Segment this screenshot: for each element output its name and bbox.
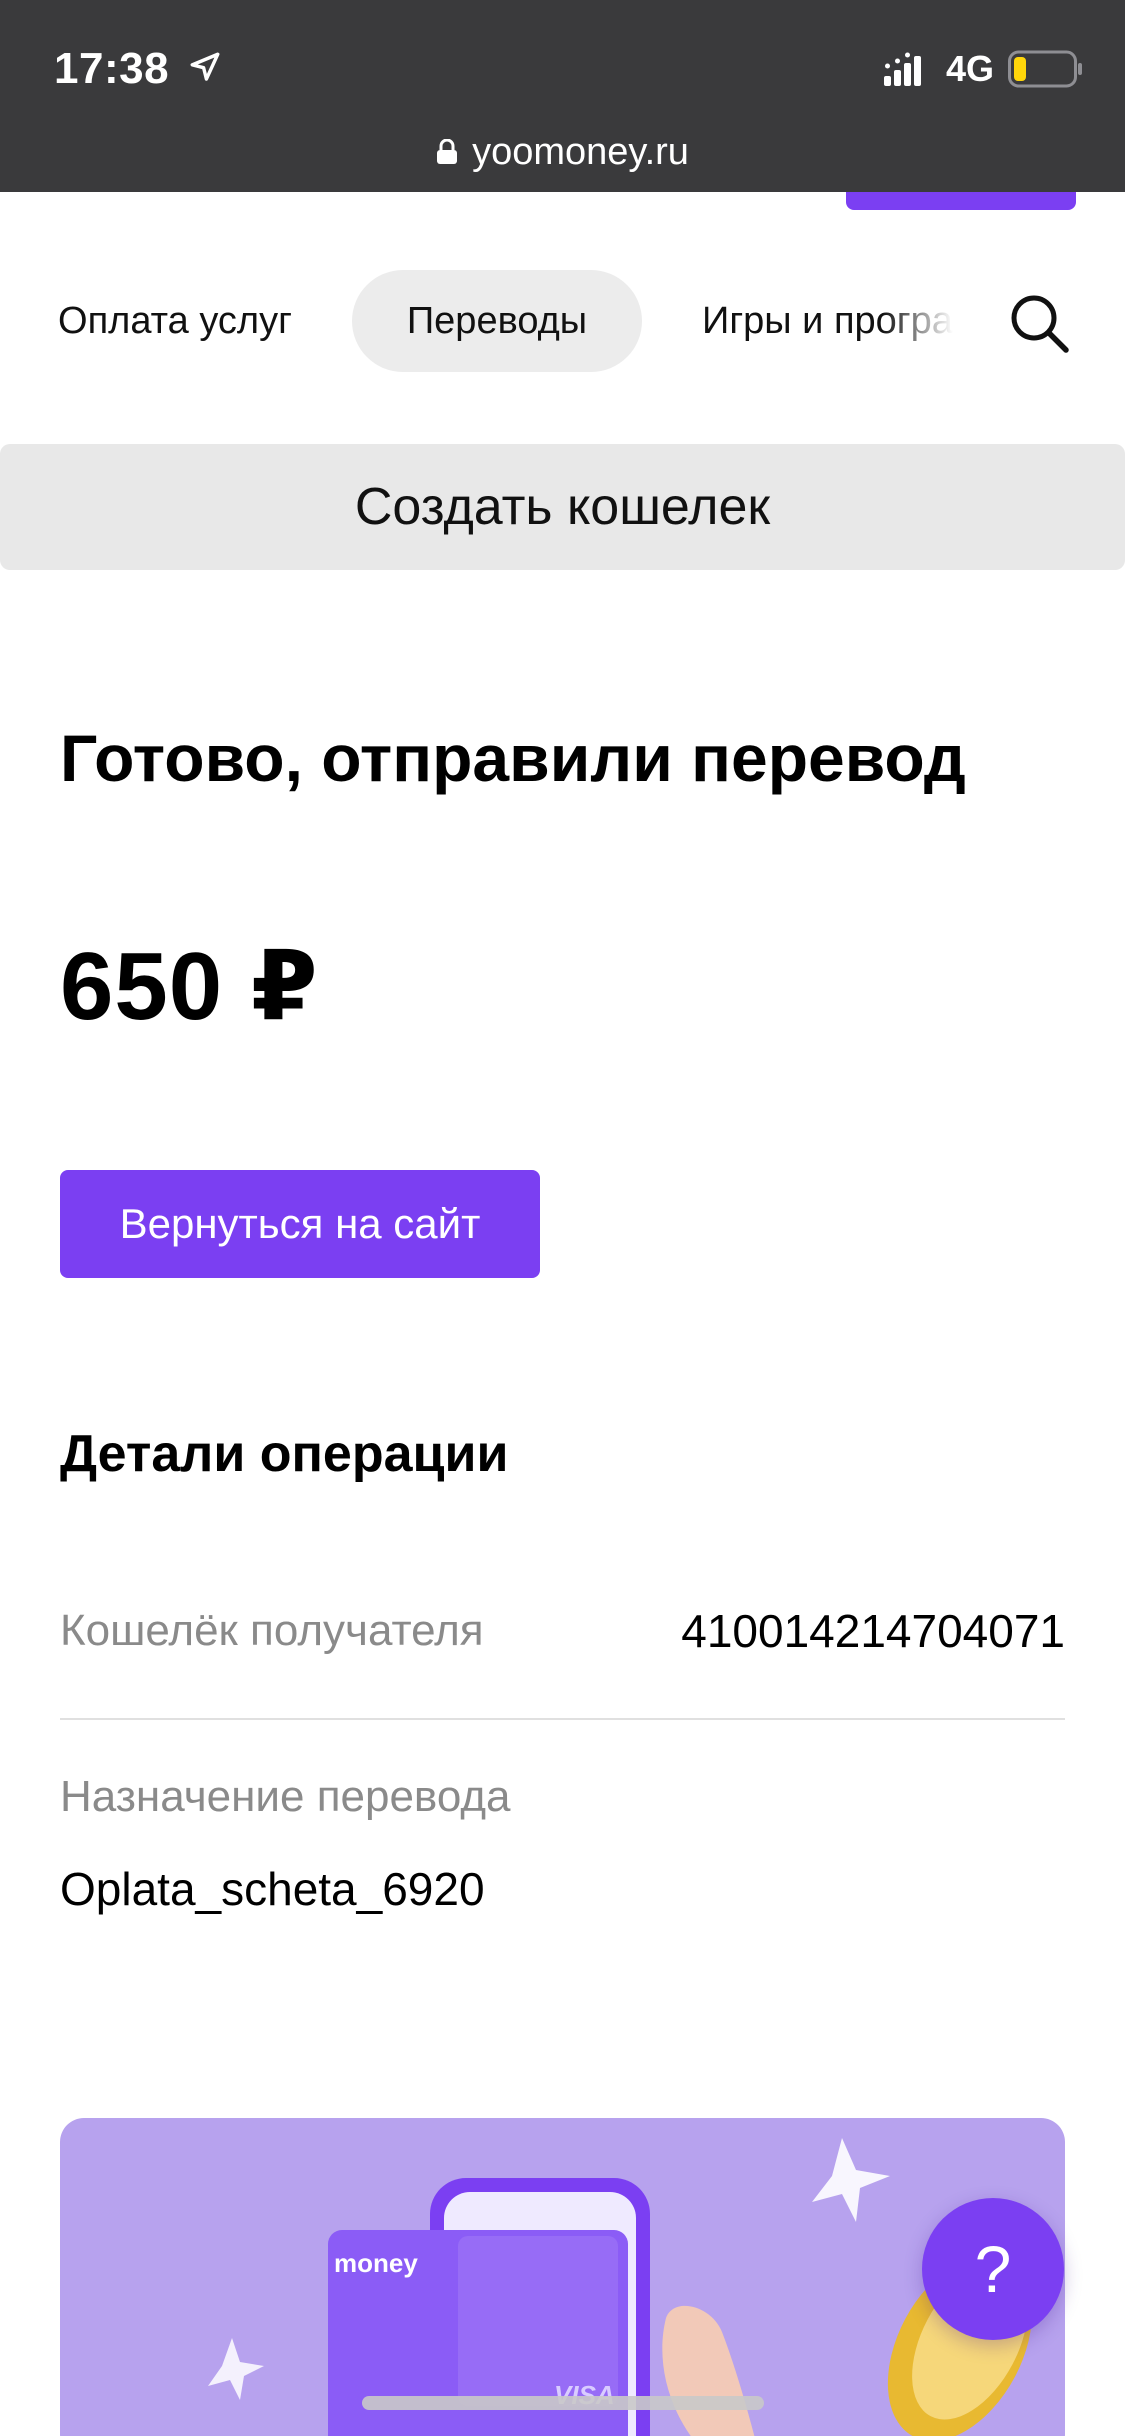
status-time: 17:38 — [54, 44, 170, 93]
sparkle-icon — [812, 2138, 890, 2222]
signal-icon — [884, 52, 921, 86]
create-wallet-button[interactable]: Создать кошелек — [0, 444, 1125, 570]
promo-brand-logo: money — [334, 2248, 418, 2278]
transfer-amount: 650 ₽ — [60, 933, 319, 1040]
sparkle-icon — [208, 2338, 264, 2400]
page-title: Готово, отправили перевод — [60, 721, 966, 795]
tab-payments[interactable]: Оплата услуг — [20, 270, 330, 372]
details-title: Детали операции — [60, 1425, 509, 1483]
return-to-site-button[interactable]: Вернуться на сайт — [60, 1170, 540, 1278]
recipient-wallet-label: Кошелёк получателя — [60, 1606, 484, 1655]
divider — [60, 1718, 1065, 1720]
category-nav: Оплата услуг Переводы Игры и програ — [0, 258, 1125, 388]
purpose-value: Oplata_scheta_6920 — [60, 1863, 485, 1915]
recipient-wallet-value: 410014214704071 — [681, 1605, 1065, 1657]
url-text: yoomoney.ru — [472, 130, 689, 173]
home-indicator — [362, 2396, 764, 2410]
purpose-label: Назначение перевода — [60, 1772, 511, 1821]
help-button[interactable]: ? — [922, 2198, 1064, 2340]
tab-games[interactable]: Игры и програ — [680, 270, 970, 372]
header-action-button[interactable] — [846, 192, 1076, 210]
search-icon[interactable] — [1006, 290, 1072, 356]
address-bar[interactable]: yoomoney.ru — [0, 126, 1125, 178]
tab-games-label: Игры и програ — [702, 299, 953, 342]
page: 17:38 4G yoomoney.ru Оплата услуг Перево… — [0, 0, 1125, 2436]
lock-icon — [437, 139, 458, 164]
tab-transfers[interactable]: Переводы — [352, 270, 642, 372]
location-arrow-icon — [190, 52, 220, 81]
battery-icon — [1008, 50, 1082, 88]
network-type: 4G — [946, 48, 995, 89]
browser-chrome: 17:38 4G yoomoney.ru — [0, 0, 1125, 192]
